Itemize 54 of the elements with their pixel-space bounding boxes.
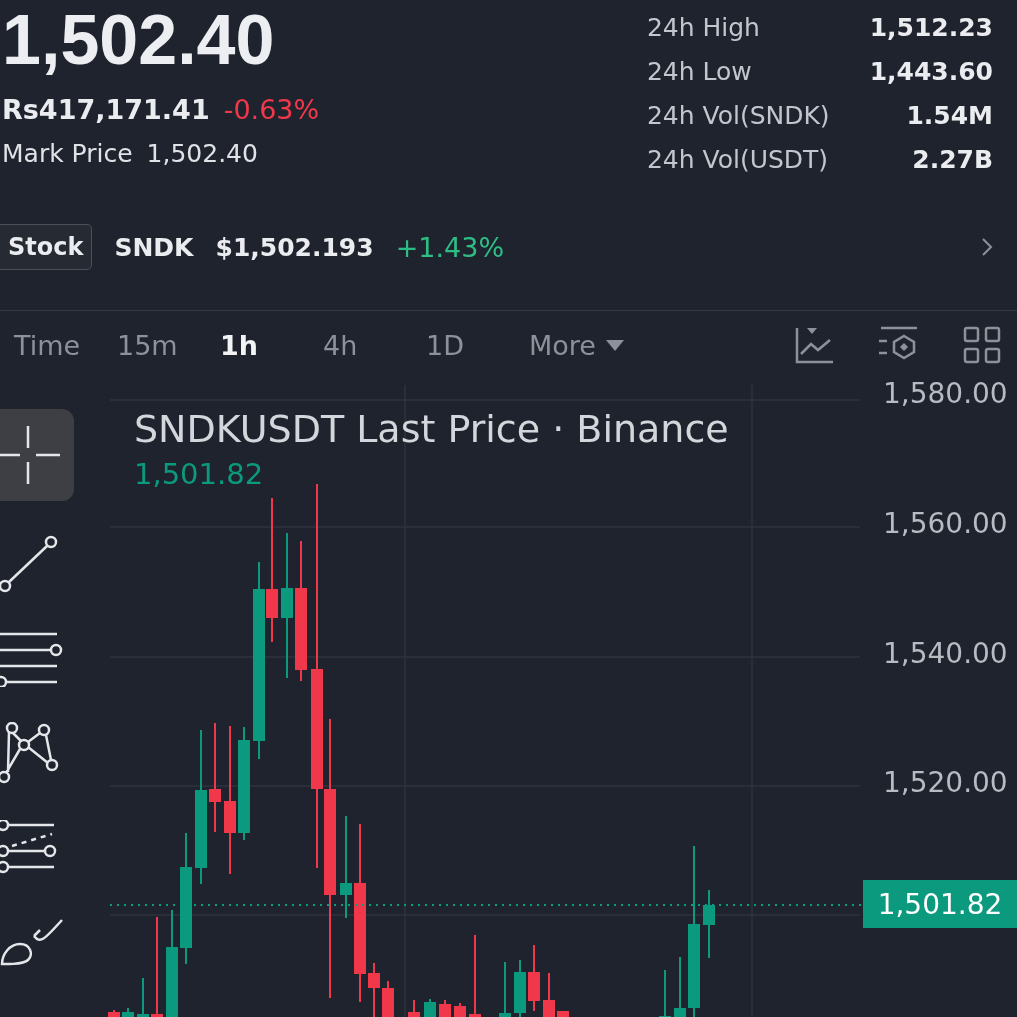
stat-label: 24h Vol(USDT) [646, 144, 830, 176]
stock-change: +1.43% [395, 231, 505, 263]
candle [108, 1009, 120, 1017]
interval-tab[interactable]: Time [14, 329, 81, 361]
chevron-right-icon[interactable] [981, 237, 993, 257]
candle [137, 977, 149, 1017]
stat-label: 24h Vol(SNDK) [646, 100, 830, 132]
indicator-chart-icon[interactable] [795, 326, 835, 364]
stat-value: 1,512.23 [869, 12, 993, 44]
candle [408, 999, 420, 1017]
y-axis-label: 1,560.00 [883, 507, 1008, 540]
current-price-label: 1,501.82 [863, 880, 1017, 928]
y-axis-label: 1,580.00 [883, 377, 1008, 410]
candle [703, 889, 715, 959]
mark-price-label: Mark Price [2, 139, 133, 168]
interval-tab[interactable]: 1D [426, 329, 464, 361]
interval-tab[interactable]: More [529, 329, 624, 361]
stat-label: 24h Low [646, 56, 753, 88]
candle [659, 969, 671, 1017]
trend-line-icon [0, 535, 60, 595]
interval-tab[interactable]: 4h [323, 329, 358, 361]
candle [122, 1007, 134, 1017]
layout-grid-icon[interactable] [963, 326, 1001, 364]
candle [454, 1002, 466, 1017]
stock-tag: Stock [0, 224, 93, 270]
stock-symbol: SNDK [114, 232, 194, 262]
stat-label: 24h High [646, 12, 761, 44]
drawing-tool[interactable] [0, 409, 74, 501]
last-price: 1,502.40 [2, 0, 276, 80]
candle [543, 972, 555, 1017]
stock-price: $1,502.193 [215, 232, 374, 262]
candle [514, 959, 526, 1017]
candle [674, 956, 686, 1017]
y-axis-label: 1,540.00 [883, 637, 1008, 670]
candle [439, 999, 451, 1017]
candle [368, 962, 380, 1017]
stat-value: 1,443.60 [869, 56, 993, 88]
interval-tab[interactable]: 15m [117, 329, 178, 361]
candle [382, 980, 394, 1017]
chart-last-value: 1,501.82 [134, 457, 265, 491]
caret-down-icon [605, 339, 624, 351]
y-axis-label: 1,520.00 [883, 766, 1008, 799]
interval-tab[interactable]: 1h [220, 329, 258, 361]
candle [424, 998, 436, 1017]
local-currency-price: Rs417,171.41 [2, 94, 210, 125]
stat-value: 1.54M [905, 100, 993, 132]
candle [499, 961, 511, 1017]
chart-title: SNDKUSDT Last Price · Binance [134, 407, 729, 451]
candle [528, 944, 540, 1012]
candle [557, 1010, 569, 1017]
parallel-lines-icon [0, 631, 64, 687]
price-change: -0.63% [223, 94, 320, 125]
mark-price-value: 1,502.40 [146, 139, 258, 168]
stat-value: 2.27B [911, 144, 993, 176]
